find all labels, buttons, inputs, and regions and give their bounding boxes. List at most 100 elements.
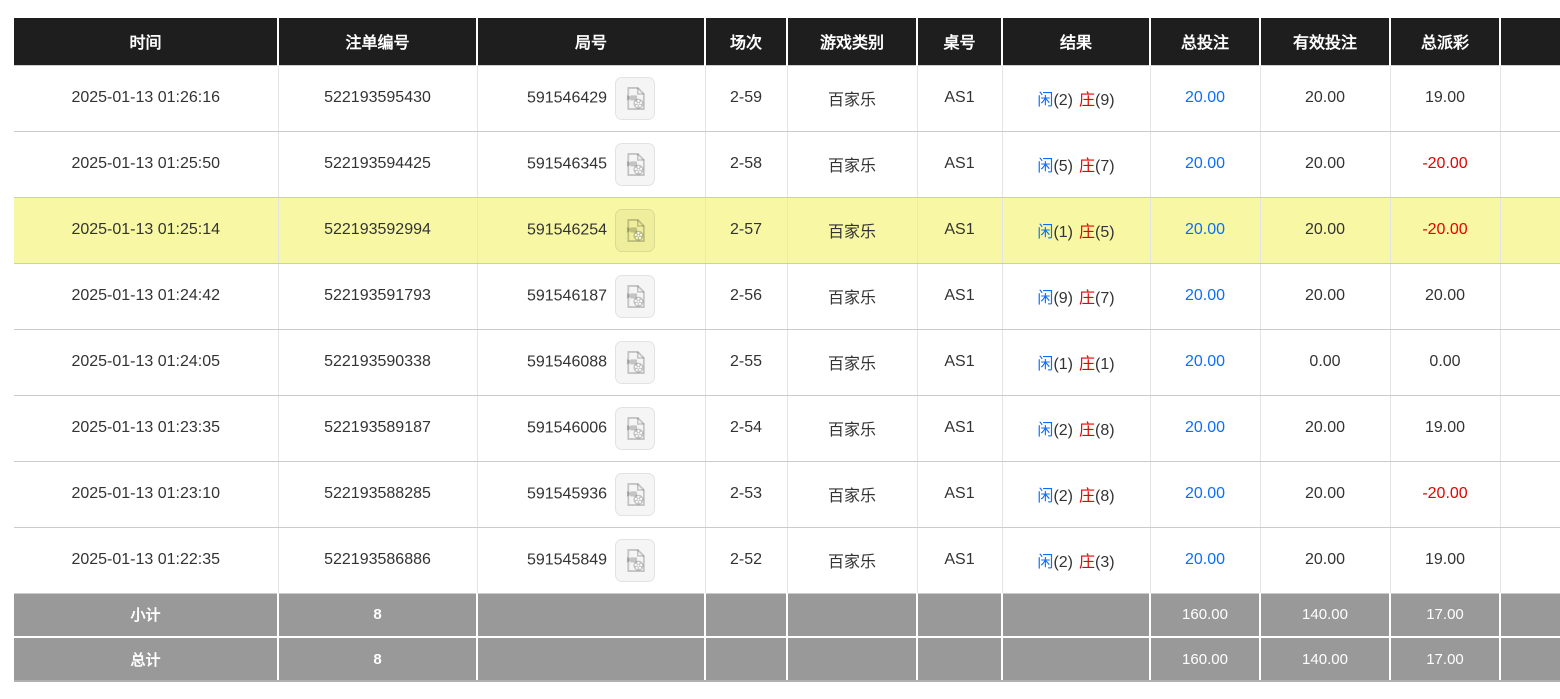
payout-cell: 19.00 <box>1390 395 1500 461</box>
footer-empty-cell <box>1500 637 1560 681</box>
video-record-icon[interactable] <box>615 407 655 450</box>
extra-cell <box>1500 527 1560 593</box>
extra-cell <box>1500 329 1560 395</box>
extra-cell <box>1500 395 1560 461</box>
total-bet-cell: 20.00 <box>1150 197 1260 263</box>
player-result-value: (1) <box>1053 224 1073 241</box>
col-header-table-no: 桌号 <box>917 18 1002 65</box>
footer-empty-cell <box>705 637 787 681</box>
footer-empty-cell <box>787 637 917 681</box>
extra-cell <box>1500 65 1560 131</box>
banker-result-label: 庄 <box>1079 290 1095 307</box>
table-row[interactable]: 2025-01-13 01:22:35 522193586886 5915458… <box>14 527 1560 593</box>
game-type-cell: 百家乐 <box>787 131 917 197</box>
footer-empty-cell <box>477 593 705 637</box>
game-type-cell: 百家乐 <box>787 395 917 461</box>
round-id-text: 591546187 <box>527 287 607 304</box>
subtotal-total-bet: 160.00 <box>1150 593 1260 637</box>
total-payout: 17.00 <box>1390 637 1500 681</box>
time-cell: 2025-01-13 01:25:14 <box>14 197 278 263</box>
video-record-icon[interactable] <box>615 77 655 120</box>
round-id-cell: 591545849 <box>477 527 705 593</box>
player-result-value: (2) <box>1053 554 1073 571</box>
session-cell: 2-52 <box>705 527 787 593</box>
banker-result-label: 庄 <box>1079 422 1095 439</box>
video-record-icon[interactable] <box>615 473 655 516</box>
player-result-value: (2) <box>1053 422 1073 439</box>
table-row[interactable]: 2025-01-13 01:26:16 522193595430 5915464… <box>14 65 1560 131</box>
result-cell: 闲(9)庄(7) <box>1002 263 1150 329</box>
video-record-icon[interactable] <box>615 539 655 582</box>
table-row[interactable]: 2025-01-13 01:23:10 522193588285 5915459… <box>14 461 1560 527</box>
total-bet-cell: 20.00 <box>1150 65 1260 131</box>
player-result-label: 闲 <box>1037 422 1053 439</box>
game-type-cell: 百家乐 <box>787 197 917 263</box>
round-id-cell: 591546187 <box>477 263 705 329</box>
result-cell: 闲(2) 庄(8) <box>1002 395 1150 461</box>
banker-result-label: 庄 <box>1079 356 1095 373</box>
time-cell: 2025-01-13 01:25:50 <box>14 131 278 197</box>
session-cell: 2-55 <box>705 329 787 395</box>
payout-cell: 19.00 <box>1390 65 1500 131</box>
footer-empty-cell <box>917 637 1002 681</box>
total-bet-cell: 20.00 <box>1150 329 1260 395</box>
valid-bet-cell: 20.00 <box>1260 395 1390 461</box>
col-header-result: 结果 <box>1002 18 1150 65</box>
player-result-value: (5) <box>1053 158 1073 175</box>
table-row[interactable]: 2025-01-13 01:25:14 522193592994 5915462… <box>14 197 1560 263</box>
table-row[interactable]: 2025-01-13 01:24:05 522193590338 5915460… <box>14 329 1560 395</box>
banker-result-value: (9) <box>1095 92 1115 109</box>
footer-empty-cell <box>787 593 917 637</box>
video-record-icon[interactable] <box>615 341 655 384</box>
round-id-text: 591546006 <box>527 419 607 436</box>
table-no-cell: AS1 <box>917 527 1002 593</box>
video-record-icon[interactable] <box>615 143 655 186</box>
table-row[interactable]: 2025-01-13 01:25:50 522193594425 5915463… <box>14 131 1560 197</box>
footer-empty-cell <box>477 637 705 681</box>
payout-cell: -20.00 <box>1390 461 1500 527</box>
payout-cell: 19.00 <box>1390 527 1500 593</box>
player-result-value: (2) <box>1053 488 1073 505</box>
round-id-text: 591546429 <box>527 89 607 106</box>
table-row[interactable]: 2025-01-13 01:24:42 522193591793 5915461… <box>14 263 1560 329</box>
session-cell: 2-53 <box>705 461 787 527</box>
time-cell: 2025-01-13 01:26:16 <box>14 65 278 131</box>
table-no-cell: AS1 <box>917 197 1002 263</box>
player-result-value: (9) <box>1053 290 1073 307</box>
col-header-total-bet: 总投注 <box>1150 18 1260 65</box>
total-row: 总计 8 160.00 140.00 17.00 <box>14 637 1560 681</box>
bet-id-cell: 522193591793 <box>278 263 477 329</box>
subtotal-label: 小计 <box>14 593 278 637</box>
round-id-text: 591546254 <box>527 221 607 238</box>
extra-cell <box>1500 461 1560 527</box>
extra-cell <box>1500 131 1560 197</box>
round-id-cell: 591546088 <box>477 329 705 395</box>
result-cell: 闲(1)庄(5) <box>1002 197 1150 263</box>
banker-result-value: (8) <box>1095 422 1115 439</box>
banker-result-value: (7) <box>1095 158 1115 175</box>
result-cell: 闲(2)庄(8) <box>1002 461 1150 527</box>
video-record-icon[interactable] <box>615 275 655 318</box>
footer-empty-cell <box>1500 593 1560 637</box>
total-label: 总计 <box>14 637 278 681</box>
time-cell: 2025-01-13 01:23:10 <box>14 461 278 527</box>
footer-empty-cell <box>705 593 787 637</box>
bet-records-table: 时间 注单编号 局号 场次 游戏类别 桌号 结果 总投注 有效投注 总派彩 20… <box>14 18 1560 682</box>
table-row[interactable]: 2025-01-13 01:23:35 522193589187 5915460… <box>14 395 1560 461</box>
table-no-cell: AS1 <box>917 65 1002 131</box>
valid-bet-cell: 20.00 <box>1260 197 1390 263</box>
video-record-icon[interactable] <box>615 209 655 252</box>
valid-bet-cell: 20.00 <box>1260 65 1390 131</box>
round-id-cell: 591545936 <box>477 461 705 527</box>
total-bet-cell: 20.00 <box>1150 527 1260 593</box>
bet-id-cell: 522193592994 <box>278 197 477 263</box>
round-id-cell: 591546429 <box>477 65 705 131</box>
time-cell: 2025-01-13 01:22:35 <box>14 527 278 593</box>
round-id-cell: 591546345 <box>477 131 705 197</box>
col-header-bet-id: 注单编号 <box>278 18 477 65</box>
result-cell: 闲(2)庄(3) <box>1002 527 1150 593</box>
time-cell: 2025-01-13 01:23:35 <box>14 395 278 461</box>
banker-result-value: (7) <box>1095 290 1115 307</box>
col-header-round-id: 局号 <box>477 18 705 65</box>
time-cell: 2025-01-13 01:24:42 <box>14 263 278 329</box>
